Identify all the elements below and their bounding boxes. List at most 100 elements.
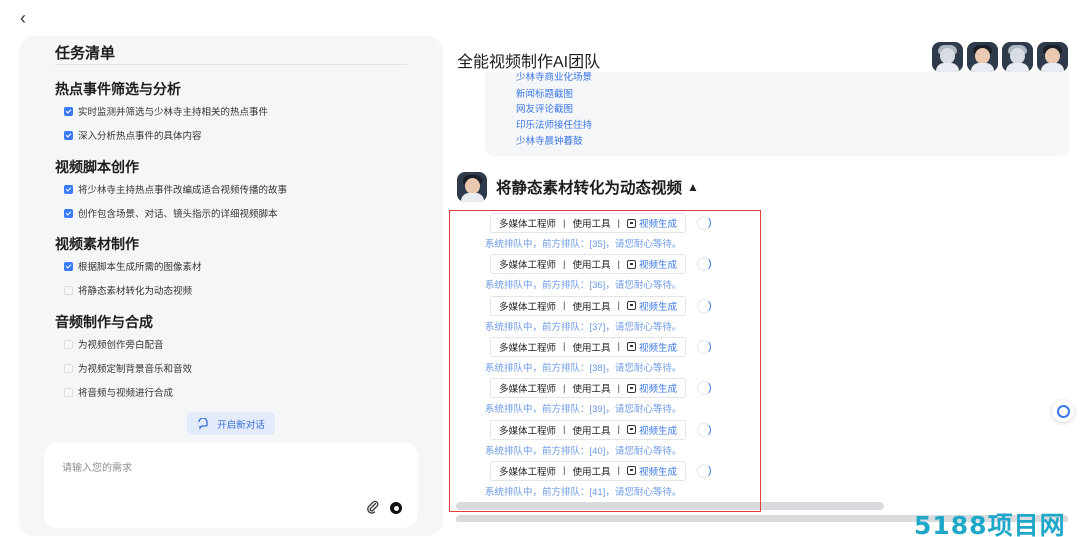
task-panel: 任务清单 热点事件筛选与分析 实时监测并筛选与少林寺主持相关的热点事件 深入分析… xyxy=(19,36,443,536)
tool-call-chip[interactable]: 多媒体工程师 | 使用工具 | 视频生成 xyxy=(490,460,686,481)
separator: | xyxy=(617,341,620,353)
tool-call-chip[interactable]: 多媒体工程师 | 使用工具 | 视频生成 xyxy=(490,419,686,440)
task-item: 根据脚本生成所需的图像素材 xyxy=(55,254,415,278)
team-avatars xyxy=(932,42,1068,72)
task-label: 将少林寺主持热点事件改编成适合视频传播的故事 xyxy=(78,185,288,196)
video-tool-icon xyxy=(626,383,636,393)
tool-name[interactable]: 视频生成 xyxy=(639,216,677,230)
chat-refresh-icon xyxy=(198,417,208,430)
material-link[interactable]: 印乐法师接任住持 xyxy=(516,117,592,131)
paperclip-icon[interactable] xyxy=(366,500,380,514)
material-link-list: 少林寺商业化场景 新闻标题截图 网友评论截图 印乐法师接任住持 少林寺晨钟暮鼓 xyxy=(485,72,1069,156)
loading-spinner-icon xyxy=(696,463,711,478)
tool-label: 使用工具 xyxy=(572,219,611,230)
checkbox-unchecked-icon xyxy=(64,339,73,349)
new-chat-button[interactable]: 开启新对话 xyxy=(187,412,275,435)
queue-status: 系统排队中，前方排队：[36]，请您耐心等待。 xyxy=(485,280,682,292)
watermark-logo: 5188项目网 xyxy=(914,511,1066,537)
tool-label: 使用工具 xyxy=(572,466,611,478)
tool-name[interactable]: 视频生成 xyxy=(639,464,677,478)
tool-call-row: 多媒体工程师 | 使用工具 | 视频生成 xyxy=(490,419,711,440)
tool-name[interactable]: 视频生成 xyxy=(639,257,677,271)
tool-label: 使用工具 xyxy=(572,301,611,313)
task-label: 深入分析热点事件的具体内容 xyxy=(78,131,202,142)
queue-status: 系统排队中，前方排队：[37]，请您耐心等待。 xyxy=(485,321,682,333)
tool-call-row: 多媒体工程师 | 使用工具 | 视频生成 xyxy=(490,378,711,399)
collapse-toggle-icon[interactable]: ▲ xyxy=(687,180,699,194)
avatar[interactable] xyxy=(967,42,998,72)
queue-status: 系统排队中，前方排队：[40]，请您耐心等待。 xyxy=(485,445,682,457)
task-item: 将静态素材转化为动态视频 xyxy=(55,278,415,302)
separator: | xyxy=(563,258,566,270)
tool-call-chip[interactable]: 多媒体工程师 | 使用工具 | 视频生成 xyxy=(490,336,686,357)
tool-name[interactable]: 视频生成 xyxy=(639,423,677,437)
checkbox-unchecked-icon xyxy=(64,285,73,295)
separator: | xyxy=(563,217,566,229)
material-link[interactable]: 网友评论截图 xyxy=(516,101,573,115)
task-item: 创作包含场景、对话、镜头指示的详细视频脚本 xyxy=(55,201,415,225)
tool-name[interactable]: 视频生成 xyxy=(639,299,677,313)
separator: | xyxy=(563,341,566,353)
avatar[interactable] xyxy=(1037,42,1068,72)
checkbox-unchecked-icon xyxy=(64,363,73,373)
checkbox-checked-icon xyxy=(64,106,73,116)
separator: | xyxy=(617,217,620,229)
section-title: 视频脚本创作 xyxy=(55,159,139,175)
section-title: 视频素材制作 xyxy=(55,236,139,252)
avatar[interactable] xyxy=(932,42,963,72)
avatar xyxy=(457,172,487,202)
section-title: 热点事件筛选与分析 xyxy=(55,81,181,97)
material-link[interactable]: 少林寺晨钟暮鼓 xyxy=(516,133,583,147)
separator: | xyxy=(563,382,566,394)
task-item: 将少林寺主持热点事件改编成适合视频传播的故事 xyxy=(55,177,415,201)
title-divider xyxy=(55,64,407,65)
checkbox-checked-icon xyxy=(64,184,73,194)
tool-call-row: 多媒体工程师 | 使用工具 | 视频生成 xyxy=(490,295,711,316)
tool-label: 使用工具 xyxy=(572,342,611,354)
video-tool-icon xyxy=(626,301,636,311)
task-item: 深入分析热点事件的具体内容 xyxy=(55,123,415,147)
tool-call-chip[interactable]: 多媒体工程师 | 使用工具 | 视频生成 xyxy=(490,254,686,275)
queue-status: 系统排队中，前方排队：[41]，请您耐心等待。 xyxy=(485,486,682,498)
send-icon[interactable] xyxy=(390,502,402,514)
role-label: 多媒体工程师 xyxy=(499,466,557,478)
assistant-float-icon[interactable] xyxy=(1052,400,1074,422)
role-label: 多媒体工程师 xyxy=(499,219,557,230)
back-icon[interactable]: ‹ xyxy=(20,9,36,27)
task-label: 为视频创作旁白配音 xyxy=(78,340,164,351)
checkbox-checked-icon xyxy=(64,208,73,218)
checkbox-unchecked-icon xyxy=(64,387,73,397)
role-label: 多媒体工程师 xyxy=(499,301,557,313)
separator: | xyxy=(617,382,620,394)
stage-header: 将静态素材转化为动态视频 ▲ xyxy=(457,172,699,202)
tool-call-chip[interactable]: 多媒体工程师 | 使用工具 | 视频生成 xyxy=(490,378,686,399)
queue-status: 系统排队中，前方排队：[38]，请您耐心等待。 xyxy=(485,362,682,374)
queue-status: 系统排队中，前方排队：[35]，请您耐心等待。 xyxy=(485,239,682,250)
video-tool-icon xyxy=(626,466,636,476)
tool-label: 使用工具 xyxy=(572,260,611,272)
tool-call-chip[interactable]: 多媒体工程师 | 使用工具 | 视频生成 xyxy=(490,213,686,233)
material-link[interactable]: 少林寺商业化场景 xyxy=(516,72,592,83)
separator: | xyxy=(563,465,566,477)
input-placeholder: 请输入您的需求 xyxy=(62,463,132,474)
loading-spinner-icon xyxy=(696,381,711,396)
role-label: 多媒体工程师 xyxy=(499,260,557,272)
loading-spinner-icon xyxy=(696,216,711,230)
separator: | xyxy=(563,424,566,435)
material-link[interactable]: 新闻标题截图 xyxy=(516,86,573,100)
request-input[interactable]: 请输入您的需求 xyxy=(44,442,418,528)
video-tool-icon xyxy=(626,425,636,434)
section-title: 音频制作与合成 xyxy=(55,314,153,330)
avatar[interactable] xyxy=(1002,42,1033,72)
task-section-script: 视频脚本创作 将少林寺主持热点事件改编成适合视频传播的故事 创作包含场景、对话、… xyxy=(55,157,415,225)
tool-name[interactable]: 视频生成 xyxy=(639,340,677,354)
separator: | xyxy=(563,300,566,312)
task-label: 将音频与视频进行合成 xyxy=(78,388,174,399)
conversation-area[interactable]: 少林寺商业化场景 新闻标题截图 网友评论截图 印乐法师接任住持 少林寺晨钟暮鼓 … xyxy=(449,72,1071,522)
separator: | xyxy=(617,300,620,312)
tool-name[interactable]: 视频生成 xyxy=(639,381,677,395)
separator: | xyxy=(617,465,620,477)
tool-call-chip[interactable]: 多媒体工程师 | 使用工具 | 视频生成 xyxy=(490,295,686,316)
tool-call-row: 多媒体工程师 | 使用工具 | 视频生成 xyxy=(490,460,711,481)
queue-status: 系统排队中，前方排队：[39]，请您耐心等待。 xyxy=(485,404,682,416)
